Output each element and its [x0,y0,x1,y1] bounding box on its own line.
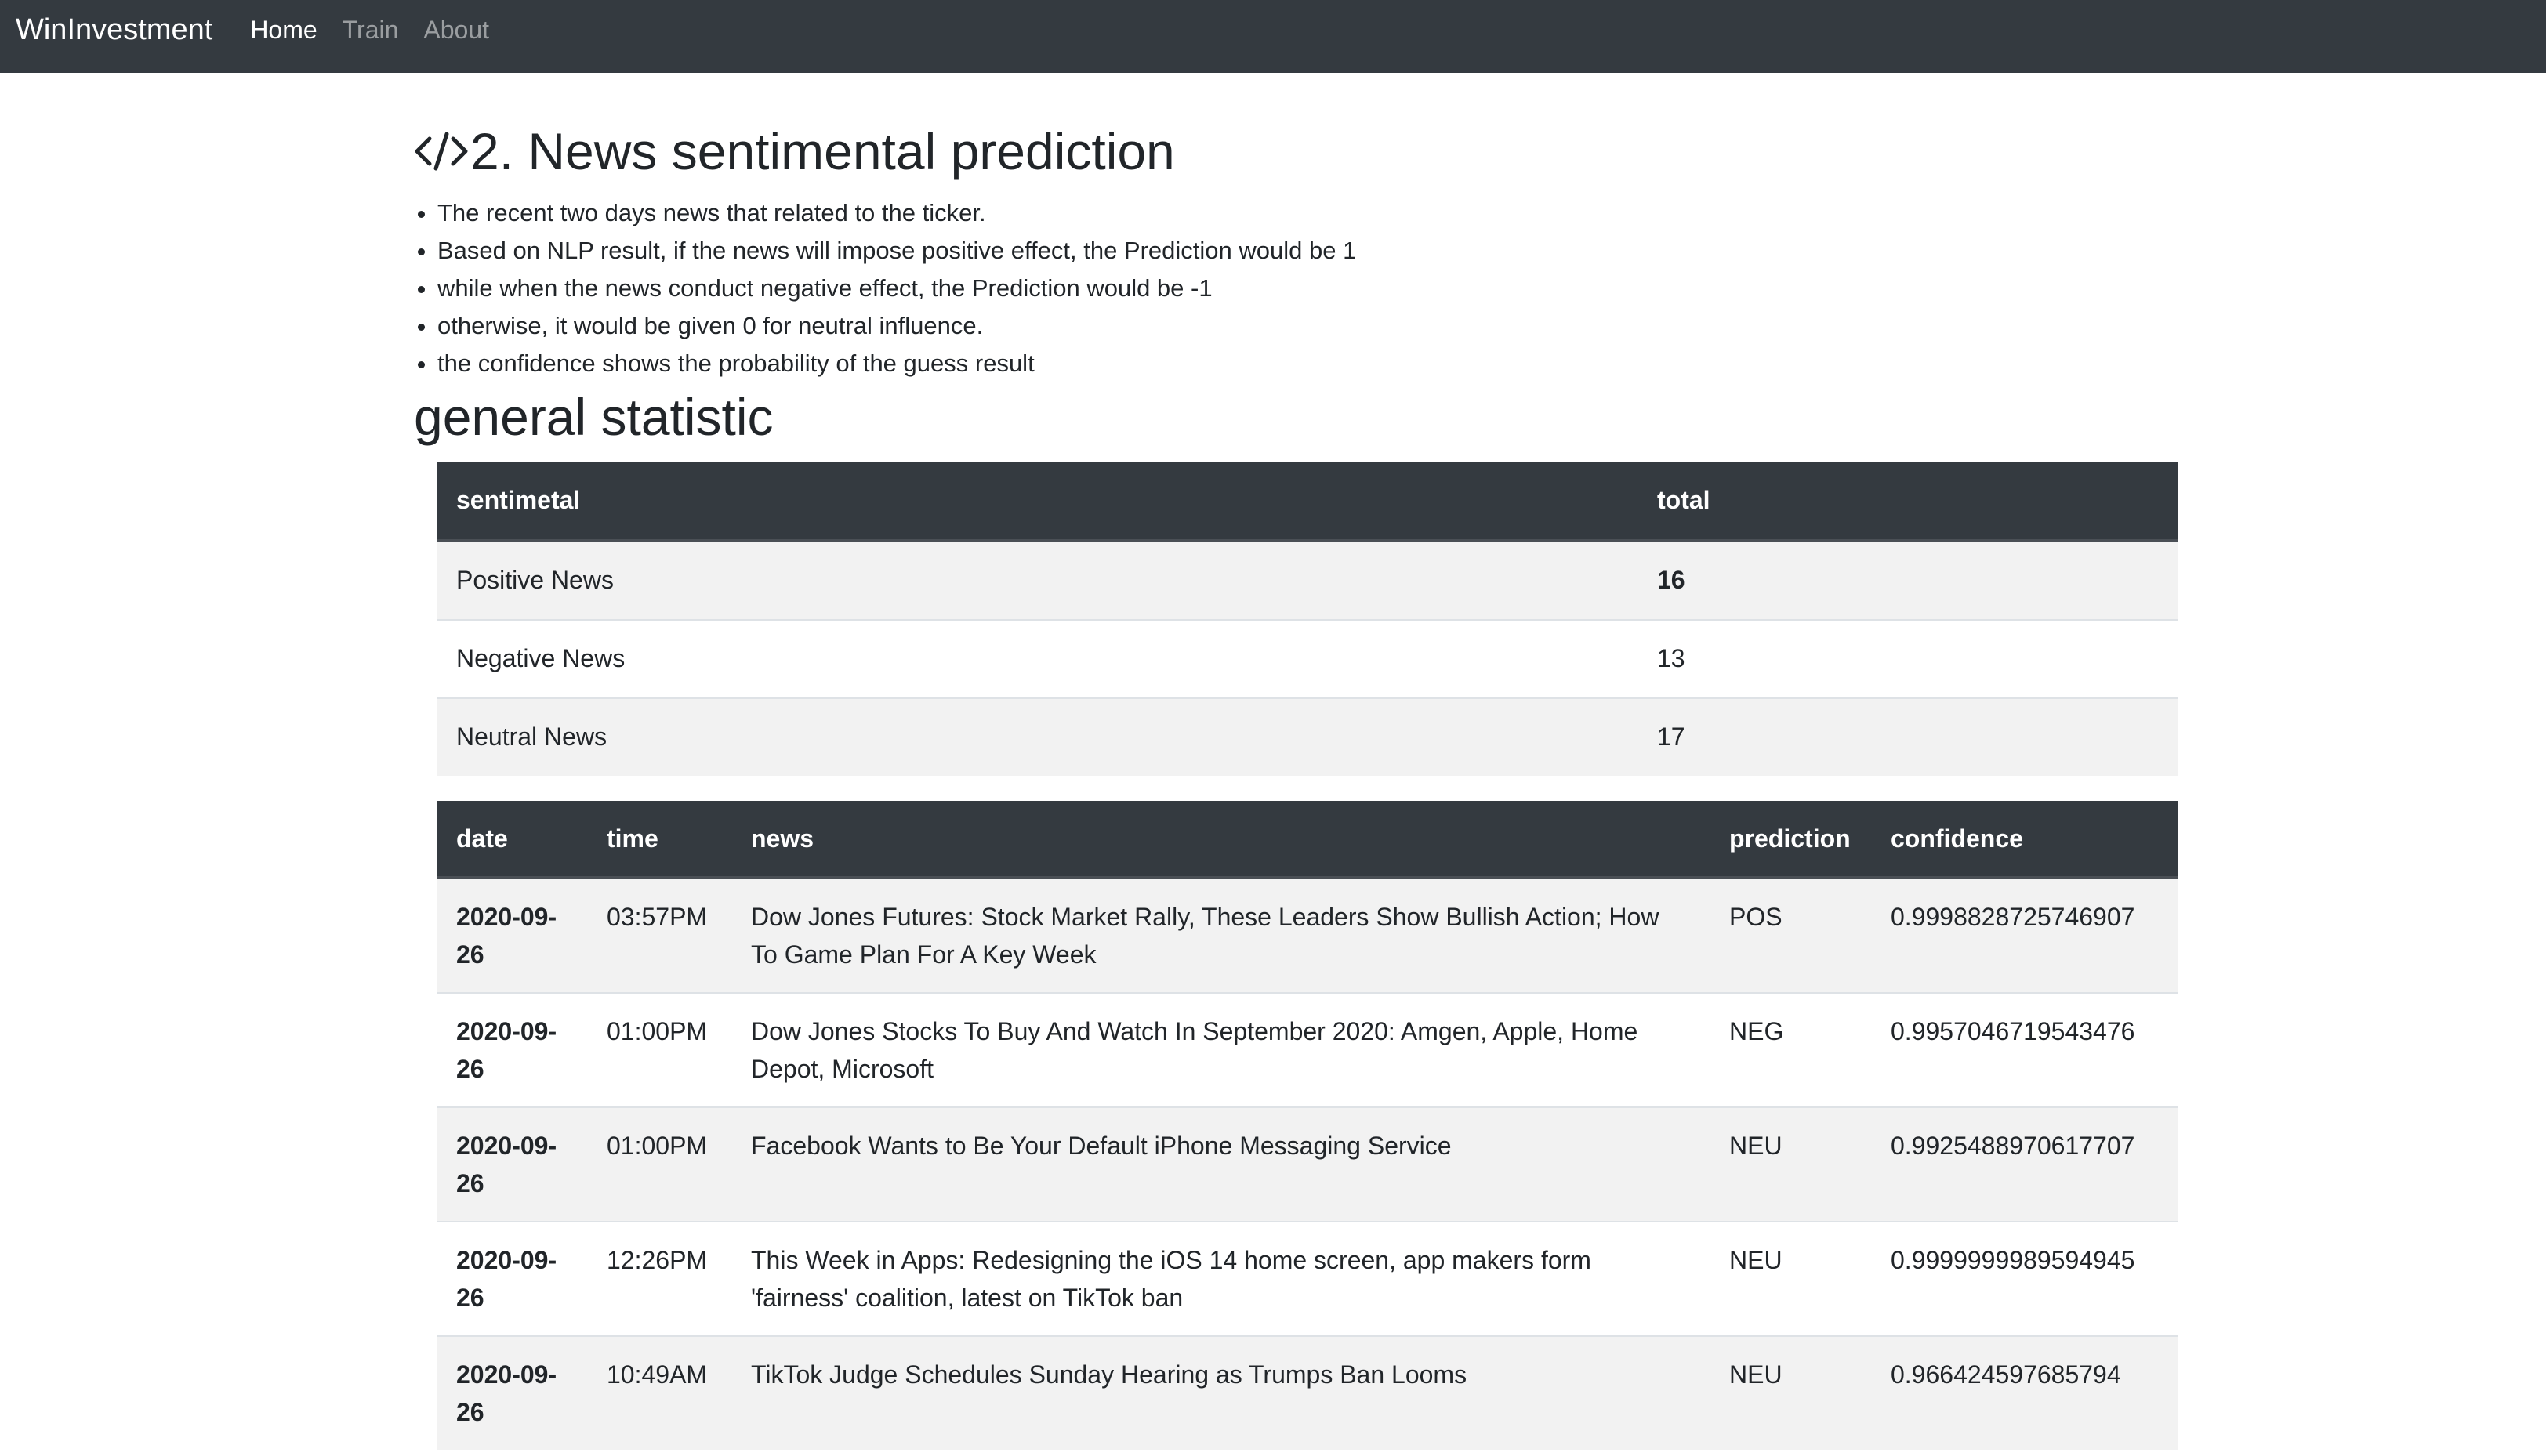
stats-table: sentimetal total Positive News 16 Negati… [437,462,2178,777]
news-confidence: 0.9957046719543476 [1872,992,2178,1108]
nav-about[interactable]: About [423,17,489,56]
notes-list: The recent two days news that related to… [414,194,2178,382]
table-row: 2020-09-26 01:00PM Dow Jones Stocks To B… [437,992,2178,1108]
stat-value: 17 [1638,697,2178,777]
news-time: 03:57PM [588,877,732,994]
top-navbar: WinInvestment Home Train About [0,0,2546,73]
news-time: 10:49AM [588,1335,732,1451]
main-content: 2. News sentimental prediction The recen… [414,73,2178,1451]
news-prediction: POS [1710,877,1872,994]
nav-train[interactable]: Train [343,17,399,56]
column-header: time [588,801,732,880]
news-time: 12:26PM [588,1221,732,1337]
table-row: 2020-09-26 12:26PM This Week in Apps: Re… [437,1221,2178,1337]
news-date: 2020-09-26 [437,992,588,1108]
stat-label: Negative News [437,619,1638,699]
news-date: 2020-09-26 [437,1106,588,1222]
list-item: while when the news conduct negative eff… [437,270,2178,307]
table-header-row: date time news prediction confidence [437,801,2178,880]
list-item: Based on NLP result, if the news will im… [437,232,2178,270]
news-headline: TikTok Judge Schedules Sunday Hearing as… [732,1335,1710,1451]
column-header: confidence [1872,801,2178,880]
news-headline: This Week in Apps: Redesigning the iOS 1… [732,1221,1710,1337]
stat-label: Neutral News [437,697,1638,777]
news-confidence: 0.966424597685794 [1872,1335,2178,1451]
news-prediction: NEG [1710,992,1872,1108]
list-item: the confidence shows the probability of … [437,345,2178,382]
table-row: Negative News 13 [437,619,2178,699]
stat-value: 16 [1638,540,2178,621]
code-icon [415,132,468,171]
table-row: Neutral News 17 [437,697,2178,777]
nav-home[interactable]: Home [250,17,317,56]
stat-label: Positive News [437,540,1638,621]
list-item: The recent two days news that related to… [437,194,2178,232]
table-row: 2020-09-26 03:57PM Dow Jones Futures: St… [437,877,2178,994]
stats-heading: general statistic [414,387,774,446]
news-headline: Facebook Wants to Be Your Default iPhone… [732,1106,1710,1222]
brand-link[interactable]: WinInvestment [16,15,212,59]
table-row: 2020-09-26 10:49AM TikTok Judge Schedule… [437,1335,2178,1451]
section-title: 2. News sentimental prediction [470,122,1175,180]
news-date: 2020-09-26 [437,877,588,994]
news-date: 2020-09-26 [437,1335,588,1451]
news-headline: Dow Jones Stocks To Buy And Watch In Sep… [732,992,1710,1108]
list-item: otherwise, it would be given 0 for neutr… [437,307,2178,345]
news-prediction: NEU [1710,1335,1872,1451]
news-confidence: 0.9925488970617707 [1872,1106,2178,1222]
news-table: date time news prediction confidence 202… [437,801,2178,1451]
news-headline: Dow Jones Futures: Stock Market Rally, T… [732,877,1710,994]
news-confidence: 0.9998828725746907 [1872,877,2178,994]
column-header: sentimetal [437,462,1638,543]
news-time: 01:00PM [588,1106,732,1222]
news-confidence: 0.9999999989594945 [1872,1221,2178,1337]
column-header: total [1638,462,2178,543]
section-heading: 2. News sentimental prediction [414,123,2178,180]
column-header: prediction [1710,801,1872,880]
table-row: 2020-09-26 01:00PM Facebook Wants to Be … [437,1106,2178,1222]
stat-value: 13 [1638,619,2178,699]
news-prediction: NEU [1710,1106,1872,1222]
table-row: Positive News 16 [437,540,2178,621]
column-header: news [732,801,1710,880]
news-prediction: NEU [1710,1221,1872,1337]
column-header: date [437,801,588,880]
news-date: 2020-09-26 [437,1221,588,1337]
table-header-row: sentimetal total [437,462,2178,543]
news-time: 01:00PM [588,992,732,1108]
